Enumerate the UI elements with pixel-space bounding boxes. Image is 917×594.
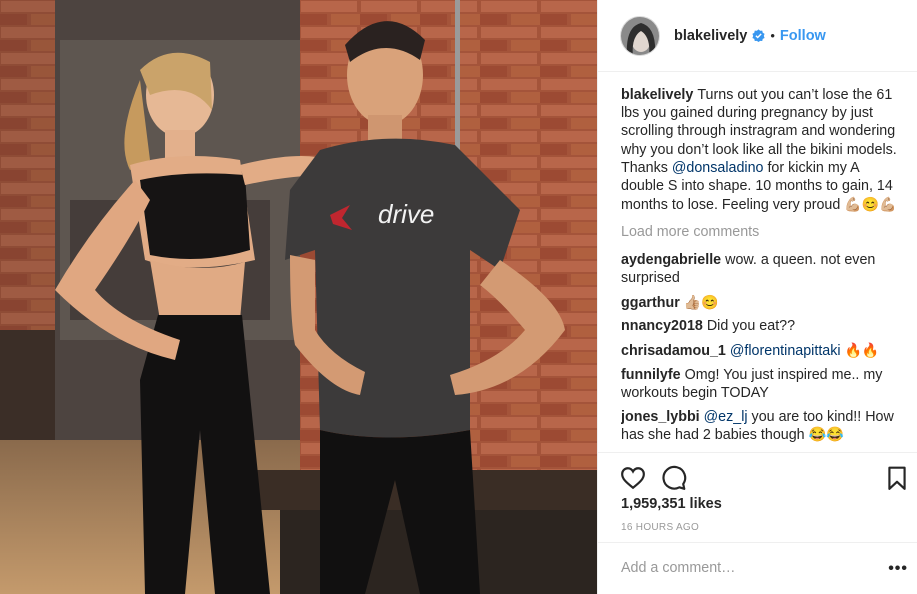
post-sidebar: blakelively • Follow blakelively Turns ou… bbox=[597, 0, 917, 594]
comment-icon[interactable] bbox=[661, 465, 687, 491]
comment-item: aydengabrielle wow. a queen. not even sur… bbox=[621, 251, 905, 287]
comment-mention[interactable]: @florentinapittaki bbox=[730, 343, 841, 359]
comment-username[interactable]: ggarthur bbox=[621, 295, 680, 311]
photo-illustration: drive bbox=[0, 0, 597, 594]
comment-username[interactable]: funnilyfe bbox=[621, 367, 681, 383]
add-comment-input[interactable] bbox=[621, 560, 861, 576]
comment-item: chrisadamou_1 @florentinapittaki 🔥🔥 bbox=[621, 341, 905, 360]
post-header: blakelively • Follow bbox=[598, 0, 917, 72]
avatar-image bbox=[621, 16, 659, 55]
heart-icon[interactable] bbox=[620, 465, 646, 491]
caption: blakelively Turns out you can’t lose the … bbox=[621, 86, 905, 214]
comment-username[interactable]: jones_lybbi bbox=[621, 409, 700, 425]
comment-text: 👍🏼😊 bbox=[683, 293, 719, 310]
comment-username[interactable]: aydengabrielle bbox=[621, 252, 721, 268]
shirt-logo-text: drive bbox=[378, 199, 434, 229]
comment-username[interactable]: nnancy2018 bbox=[621, 318, 703, 334]
separator-dot: • bbox=[770, 28, 775, 43]
verified-badge-icon bbox=[752, 29, 765, 42]
add-comment-bar: ••• bbox=[598, 542, 917, 594]
comment-mention[interactable]: @ez_lj bbox=[704, 409, 748, 425]
post-timestamp[interactable]: 16 HOURS AGO bbox=[621, 522, 699, 533]
likes-count[interactable]: 1,959,351 likes bbox=[621, 496, 722, 512]
comment-item: funnilyfe Omg! You just inspired me.. my … bbox=[621, 366, 905, 402]
comment-item: jones_lybbi @ez_lj you are too kind!! How… bbox=[621, 408, 905, 444]
caption-emoji: 💪🏼😊💪🏼 bbox=[844, 196, 897, 213]
action-bar bbox=[598, 452, 917, 502]
post-photo[interactable]: drive bbox=[0, 0, 597, 594]
comment-item: nnancy2018 Did you eat?? bbox=[621, 317, 905, 335]
bookmark-icon[interactable] bbox=[884, 465, 910, 491]
caption-username[interactable]: blakelively bbox=[621, 87, 693, 103]
avatar[interactable] bbox=[620, 15, 660, 56]
comment-username[interactable]: chrisadamou_1 bbox=[621, 343, 726, 359]
comment-text: 🔥🔥 bbox=[840, 341, 880, 358]
comments-list: blakelively Turns out you can’t lose the … bbox=[621, 86, 905, 452]
comment-item: ggarthur 👍🏼😊 bbox=[621, 293, 905, 312]
caption-mention[interactable]: @donsaladino bbox=[672, 160, 764, 176]
load-more-comments-button[interactable]: Load more comments bbox=[621, 223, 905, 241]
header-username[interactable]: blakelively bbox=[674, 28, 747, 44]
comment-text: Did you eat?? bbox=[706, 318, 796, 335]
more-options-icon[interactable]: ••• bbox=[888, 560, 908, 578]
follow-button[interactable]: Follow bbox=[780, 28, 826, 44]
